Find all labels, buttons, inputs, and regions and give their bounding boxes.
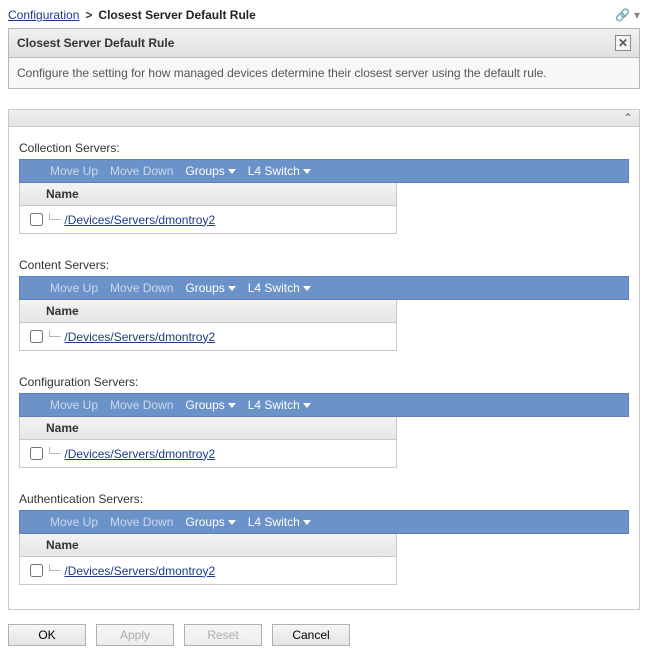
breadcrumb-parent-link[interactable]: Configuration [8,8,79,22]
breadcrumb-separator-icon: > [85,8,92,22]
panel-title: Closest Server Default Rule [17,36,174,50]
server-path-link[interactable]: /Devices/Servers/dmontroy2 [64,447,215,461]
move-down-button[interactable]: Move Down [110,398,173,412]
caret-down-icon [303,169,311,174]
configuration-servers-section: Configuration Servers: Move Up Move Down… [19,375,629,468]
name-column-header[interactable]: Name [46,304,79,318]
table-row: └─ /Devices/Servers/dmontroy2 [20,323,396,350]
tree-icon: └─ [46,330,60,344]
caret-down-icon [228,169,236,174]
table-row: └─ /Devices/Servers/dmontroy2 [20,206,396,233]
row-checkbox[interactable] [30,330,43,343]
l4switch-dropdown[interactable]: L4 Switch [248,281,311,295]
breadcrumb: Configuration > Closest Server Default R… [8,8,640,22]
grid-header: Name [20,417,396,440]
rule-panel: Closest Server Default Rule ✕ Configure … [8,28,640,89]
move-down-button[interactable]: Move Down [110,515,173,529]
collection-servers-section: Collection Servers: Move Up Move Down Gr… [19,141,629,234]
table-row: └─ /Devices/Servers/dmontroy2 [20,440,396,467]
caret-down-icon [303,286,311,291]
move-down-button[interactable]: Move Down [110,164,173,178]
breadcrumb-current: Closest Server Default Rule [98,8,255,22]
table-row: └─ /Devices/Servers/dmontroy2 [20,557,396,584]
apply-button[interactable]: Apply [96,624,174,646]
server-grid: Name └─ /Devices/Servers/dmontroy2 [19,417,397,468]
tree-icon: └─ [46,213,60,227]
cancel-button[interactable]: Cancel [272,624,350,646]
panel-header: Closest Server Default Rule ✕ [9,29,639,58]
close-icon[interactable]: ✕ [615,35,631,51]
section-toolbar: Move Up Move Down Groups L4 Switch [19,393,629,417]
tree-icon: └─ [46,447,60,461]
move-up-button[interactable]: Move Up [50,515,98,529]
l4switch-dropdown[interactable]: L4 Switch [248,164,311,178]
ok-button[interactable]: OK [8,624,86,646]
grid-header: Name [20,300,396,323]
caret-down-icon [228,520,236,525]
section-title: Collection Servers: [19,141,629,155]
content-servers-section: Content Servers: Move Up Move Down Group… [19,258,629,351]
groups-dropdown[interactable]: Groups [185,164,235,178]
section-toolbar: Move Up Move Down Groups L4 Switch [19,276,629,300]
l4switch-dropdown[interactable]: L4 Switch [248,515,311,529]
groups-dropdown[interactable]: Groups [185,398,235,412]
section-title: Configuration Servers: [19,375,629,389]
server-grid: Name └─ /Devices/Servers/dmontroy2 [19,300,397,351]
button-bar: OK Apply Reset Cancel [8,624,640,646]
authentication-servers-section: Authentication Servers: Move Up Move Dow… [19,492,629,585]
section-toolbar: Move Up Move Down Groups L4 Switch [19,510,629,534]
link-icon[interactable]: 🔗 [615,8,630,22]
move-up-button[interactable]: Move Up [50,164,98,178]
name-column-header[interactable]: Name [46,538,79,552]
server-path-link[interactable]: /Devices/Servers/dmontroy2 [64,330,215,344]
collapse-icon[interactable]: ⌃ [623,111,633,125]
grid-header: Name [20,534,396,557]
groups-dropdown[interactable]: Groups [185,515,235,529]
server-grid: Name └─ /Devices/Servers/dmontroy2 [19,183,397,234]
move-up-button[interactable]: Move Up [50,398,98,412]
row-checkbox[interactable] [30,447,43,460]
section-toolbar: Move Up Move Down Groups L4 Switch [19,159,629,183]
groups-dropdown[interactable]: Groups [185,281,235,295]
collapse-bar: ⌃ [8,109,640,127]
row-checkbox[interactable] [30,564,43,577]
move-down-button[interactable]: Move Down [110,281,173,295]
name-column-header[interactable]: Name [46,187,79,201]
section-title: Content Servers: [19,258,629,272]
server-path-link[interactable]: /Devices/Servers/dmontroy2 [64,564,215,578]
move-up-button[interactable]: Move Up [50,281,98,295]
caret-down-icon [228,403,236,408]
server-path-link[interactable]: /Devices/Servers/dmontroy2 [64,213,215,227]
server-grid: Name └─ /Devices/Servers/dmontroy2 [19,534,397,585]
tree-icon: └─ [46,564,60,578]
page-action-icons: 🔗 ▾ [615,8,640,22]
caret-down-icon [228,286,236,291]
panel-description: Configure the setting for how managed de… [9,58,639,88]
name-column-header[interactable]: Name [46,421,79,435]
row-checkbox[interactable] [30,213,43,226]
caret-down-icon [303,403,311,408]
section-title: Authentication Servers: [19,492,629,506]
content-area: Collection Servers: Move Up Move Down Gr… [8,127,640,610]
l4switch-dropdown[interactable]: L4 Switch [248,398,311,412]
grid-header: Name [20,183,396,206]
caret-down-icon [303,520,311,525]
reset-button[interactable]: Reset [184,624,262,646]
dropdown-icon[interactable]: ▾ [634,8,640,22]
